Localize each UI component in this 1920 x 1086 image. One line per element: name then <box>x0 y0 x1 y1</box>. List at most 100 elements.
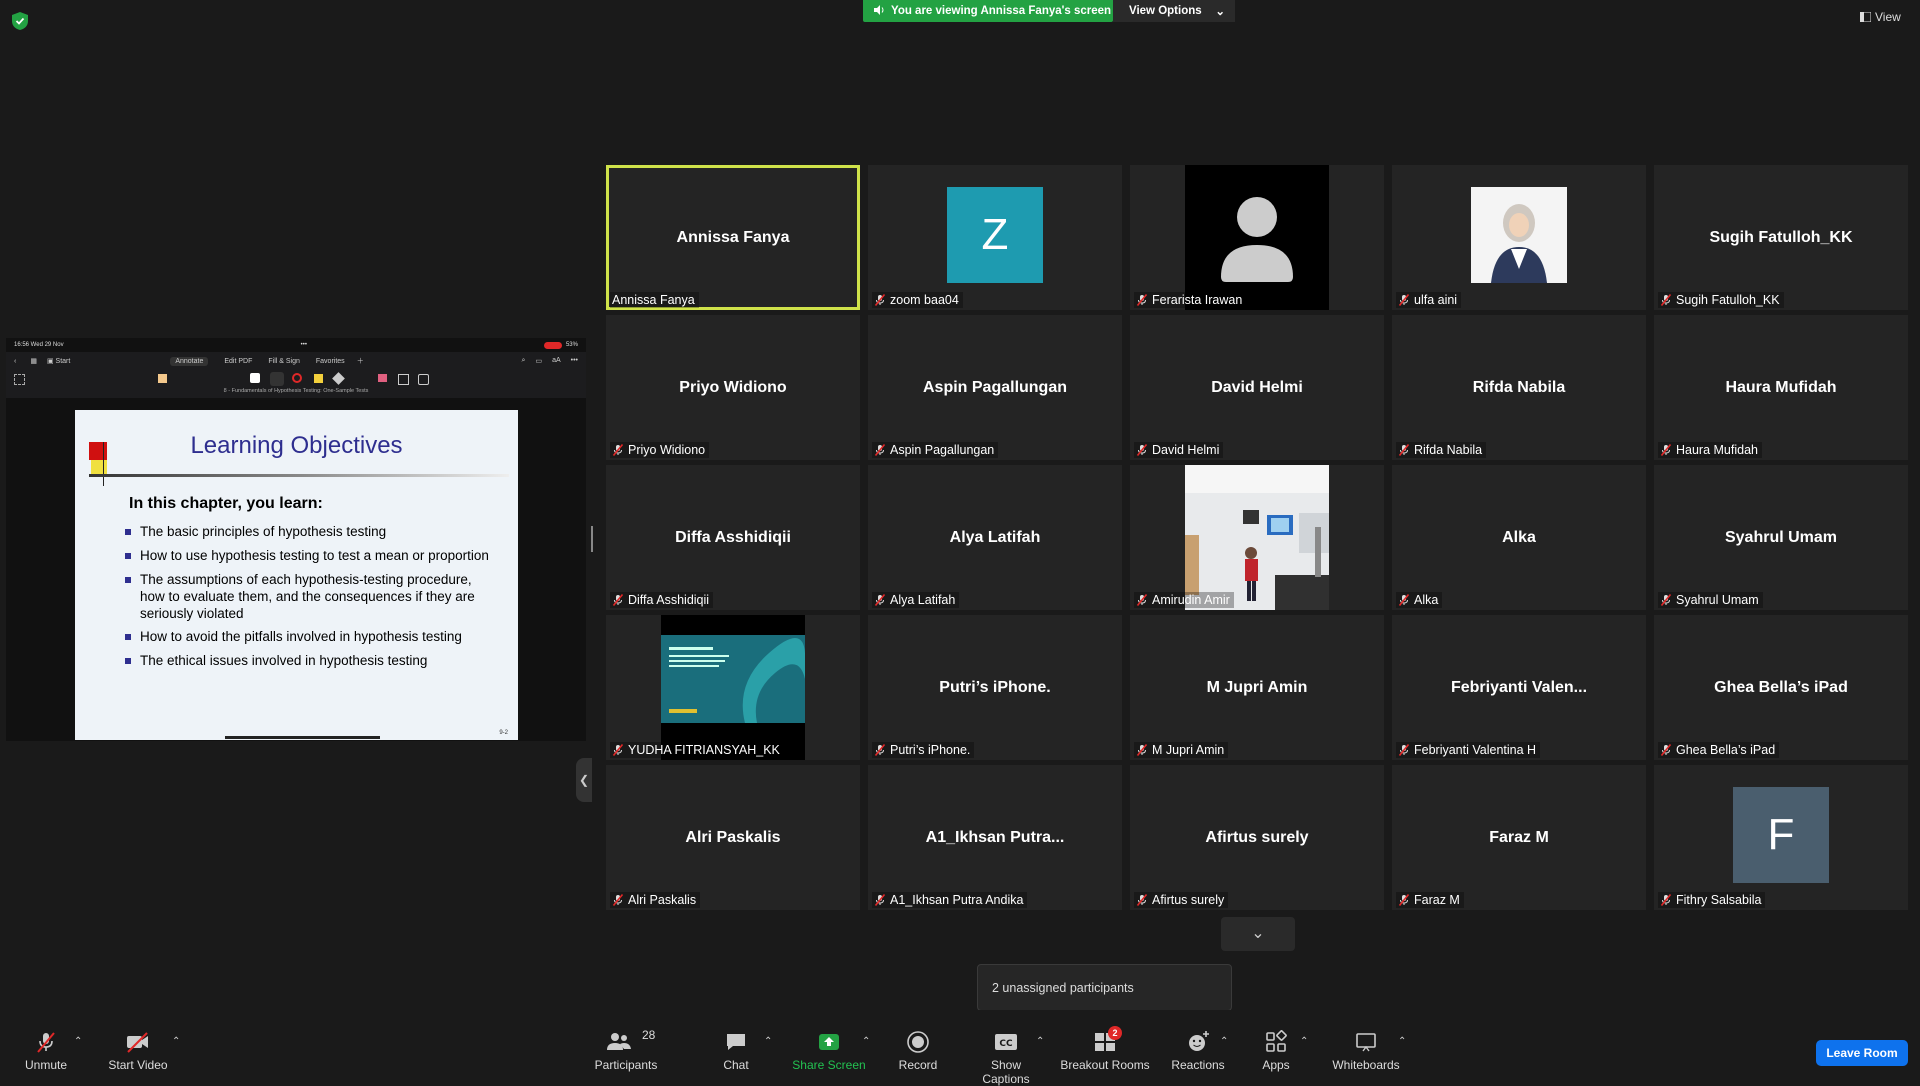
captions-options-caret[interactable]: ⌃ <box>1036 1036 1044 1047</box>
microphone-muted-icon <box>1136 594 1148 606</box>
whiteboards-options-caret[interactable]: ⌃ <box>1398 1036 1406 1047</box>
participant-tile[interactable]: Afirtus surely Afirtus surely <box>1130 765 1384 910</box>
share-screen-button[interactable]: Share Screen <box>790 1030 868 1072</box>
view-options-button[interactable]: View Options ⌄ <box>1113 0 1235 22</box>
breakout-rooms-button[interactable]: 2 Breakout Rooms <box>1060 1026 1150 1072</box>
highlighter-icon[interactable] <box>158 374 167 383</box>
participant-tile[interactable]: Annissa Fanya Annissa Fanya <box>606 165 860 310</box>
participant-tile[interactable]: Faraz M Faraz M <box>1392 765 1646 910</box>
text-tool-icon[interactable] <box>250 373 260 383</box>
show-captions-button[interactable]: CC Show Captions <box>966 1030 1046 1086</box>
collapse-panel-button[interactable]: ❮ <box>576 758 592 802</box>
eraser-icon[interactable] <box>332 372 345 385</box>
start-button[interactable]: ▣ Start <box>47 357 70 365</box>
participant-tile[interactable]: Diffa Asshidiqii Diffa Asshidiqii <box>606 465 860 610</box>
participant-tile[interactable]: Alka Alka <box>1392 465 1646 610</box>
participant-tile[interactable]: ulfa aini <box>1392 165 1646 310</box>
share-options-caret[interactable]: ⌃ <box>862 1036 870 1047</box>
participant-label-text: YUDHA FITRIANSYAH_KK <box>628 743 780 757</box>
participant-label-text: Priyo Widiono <box>628 443 706 457</box>
participant-label-text: ulfa aini <box>1414 293 1458 307</box>
marker-icon[interactable] <box>314 374 323 383</box>
grid-icon[interactable]: ▦ <box>30 357 37 365</box>
participant-name: David Helmi <box>1211 378 1303 396</box>
microphone-muted-icon <box>612 744 624 756</box>
participant-tile[interactable]: Ghea Bella’s iPad Ghea Bella’s iPad <box>1654 615 1908 760</box>
participant-tile[interactable]: Priyo Widiono Priyo Widiono <box>606 315 860 460</box>
battery-level: 53% <box>565 342 578 348</box>
back-icon[interactable]: ‹ <box>14 358 16 365</box>
whiteboards-label: Whiteboards <box>1332 1058 1400 1072</box>
view-button[interactable]: View <box>1860 10 1901 24</box>
shapes-icon[interactable] <box>398 374 409 385</box>
tab-annotate[interactable]: Annotate <box>170 356 209 366</box>
apps-button[interactable]: Apps <box>1256 1030 1296 1072</box>
participant-tile[interactable]: Aspin Pagallungan Aspin Pagallungan <box>868 315 1122 460</box>
participant-label: Ferarista Irawan <box>1134 292 1247 308</box>
chat-icon <box>727 1034 745 1050</box>
participant-label-text: Haura Mufidah <box>1676 443 1758 457</box>
participant-tile[interactable]: Alri Paskalis Alri Paskalis <box>606 765 860 910</box>
participant-tile[interactable]: M Jupri Amin M Jupri Amin <box>1130 615 1384 760</box>
participant-tile[interactable]: F Fithry Salsabila <box>1654 765 1908 910</box>
chat-button[interactable]: Chat <box>716 1030 756 1072</box>
pdf-slide[interactable]: Learning Objectives In this chapter, you… <box>75 410 518 740</box>
unmute-button[interactable]: Unmute <box>22 1030 70 1072</box>
status-dots: ••• <box>300 342 307 348</box>
apps-options-caret[interactable]: ⌃ <box>1300 1036 1308 1047</box>
shared-screen[interactable]: 16:56 Wed 29 Nov ••• 53% ‹ ▦ ▣ Start Ann… <box>6 338 592 802</box>
whiteboard-icon <box>1356 1033 1376 1052</box>
participant-label-text: Syahrul Umam <box>1676 593 1759 607</box>
reactions-options-caret[interactable]: ⌃ <box>1220 1036 1228 1047</box>
participant-tile[interactable]: YUDHA FITRIANSYAH_KK <box>606 615 860 760</box>
participant-tile[interactable]: Sugih Fatulloh_KK Sugih Fatulloh_KK <box>1654 165 1908 310</box>
participant-label-text: Afirtus surely <box>1152 893 1225 907</box>
unmute-options-caret[interactable]: ⌃ <box>74 1036 82 1047</box>
start-video-button[interactable]: Start Video <box>106 1030 170 1072</box>
record-button[interactable]: Record <box>898 1030 938 1072</box>
microphone-muted-icon <box>1136 744 1148 756</box>
pen-tool-icon[interactable] <box>270 372 284 386</box>
scroll-down-button[interactable]: ⌄ <box>1221 917 1295 951</box>
participant-tile[interactable]: Febriyanti Valen... Febriyanti Valentina … <box>1392 615 1646 760</box>
red-color-icon[interactable] <box>292 373 302 383</box>
chat-options-caret[interactable]: ⌃ <box>764 1036 772 1047</box>
security-shield-icon[interactable] <box>12 12 28 30</box>
participant-tile[interactable]: Ferarista Irawan <box>1130 165 1384 310</box>
text-size-icon[interactable]: aA <box>552 357 561 365</box>
participant-tile[interactable]: David Helmi David Helmi <box>1130 315 1384 460</box>
participant-tile[interactable]: A1_Ikhsan Putra... A1_Ikhsan Putra Andika <box>868 765 1122 910</box>
unassigned-participants-popup[interactable]: 2 unassigned participants <box>977 964 1232 1011</box>
participant-label: Faraz M <box>1396 892 1464 908</box>
microphone-muted-icon <box>1398 294 1410 306</box>
more-icon[interactable]: ••• <box>571 357 578 365</box>
book-icon[interactable]: ▭ <box>535 357 542 365</box>
comment-icon[interactable] <box>378 374 387 382</box>
participant-label: Alya Latifah <box>872 592 960 608</box>
whiteboards-button[interactable]: Whiteboards <box>1330 1030 1402 1072</box>
tab-edit-pdf[interactable]: Edit PDF <box>224 358 252 365</box>
plus-icon[interactable]: ＋ <box>357 356 364 366</box>
tab-fill-sign[interactable]: Fill & Sign <box>268 358 300 365</box>
sticky-note-icon[interactable] <box>418 374 429 385</box>
search-icon[interactable]: ⌕ <box>522 357 526 365</box>
participant-tile[interactable]: Alya Latifah Alya Latifah <box>868 465 1122 610</box>
microphone-muted-icon <box>1398 594 1410 606</box>
resize-handle[interactable] <box>591 526 593 552</box>
participant-tile[interactable]: Amirudin Amir <box>1130 465 1384 610</box>
share-screen-label: Share Screen <box>792 1058 866 1072</box>
leave-room-button[interactable]: Leave Room <box>1816 1040 1908 1066</box>
participant-tile[interactable]: Putri’s iPhone. Putri’s iPhone. <box>868 615 1122 760</box>
participant-tile[interactable]: Syahrul Umam Syahrul Umam <box>1654 465 1908 610</box>
select-icon[interactable] <box>14 374 25 385</box>
participants-button[interactable]: 28 Participants <box>592 1028 660 1072</box>
participant-label: Annissa Fanya <box>610 292 699 308</box>
participant-label: Haura Mufidah <box>1658 442 1762 458</box>
share-screen-icon <box>819 1034 839 1050</box>
participant-tile[interactable]: Rifda Nabila Rifda Nabila <box>1392 315 1646 460</box>
video-options-caret[interactable]: ⌃ <box>172 1036 180 1047</box>
participant-tile[interactable]: Zzoom baa04 <box>868 165 1122 310</box>
participant-tile[interactable]: Haura Mufidah Haura Mufidah <box>1654 315 1908 460</box>
tab-favorites[interactable]: Favorites <box>316 358 345 365</box>
reactions-button[interactable]: Reactions <box>1170 1030 1226 1072</box>
